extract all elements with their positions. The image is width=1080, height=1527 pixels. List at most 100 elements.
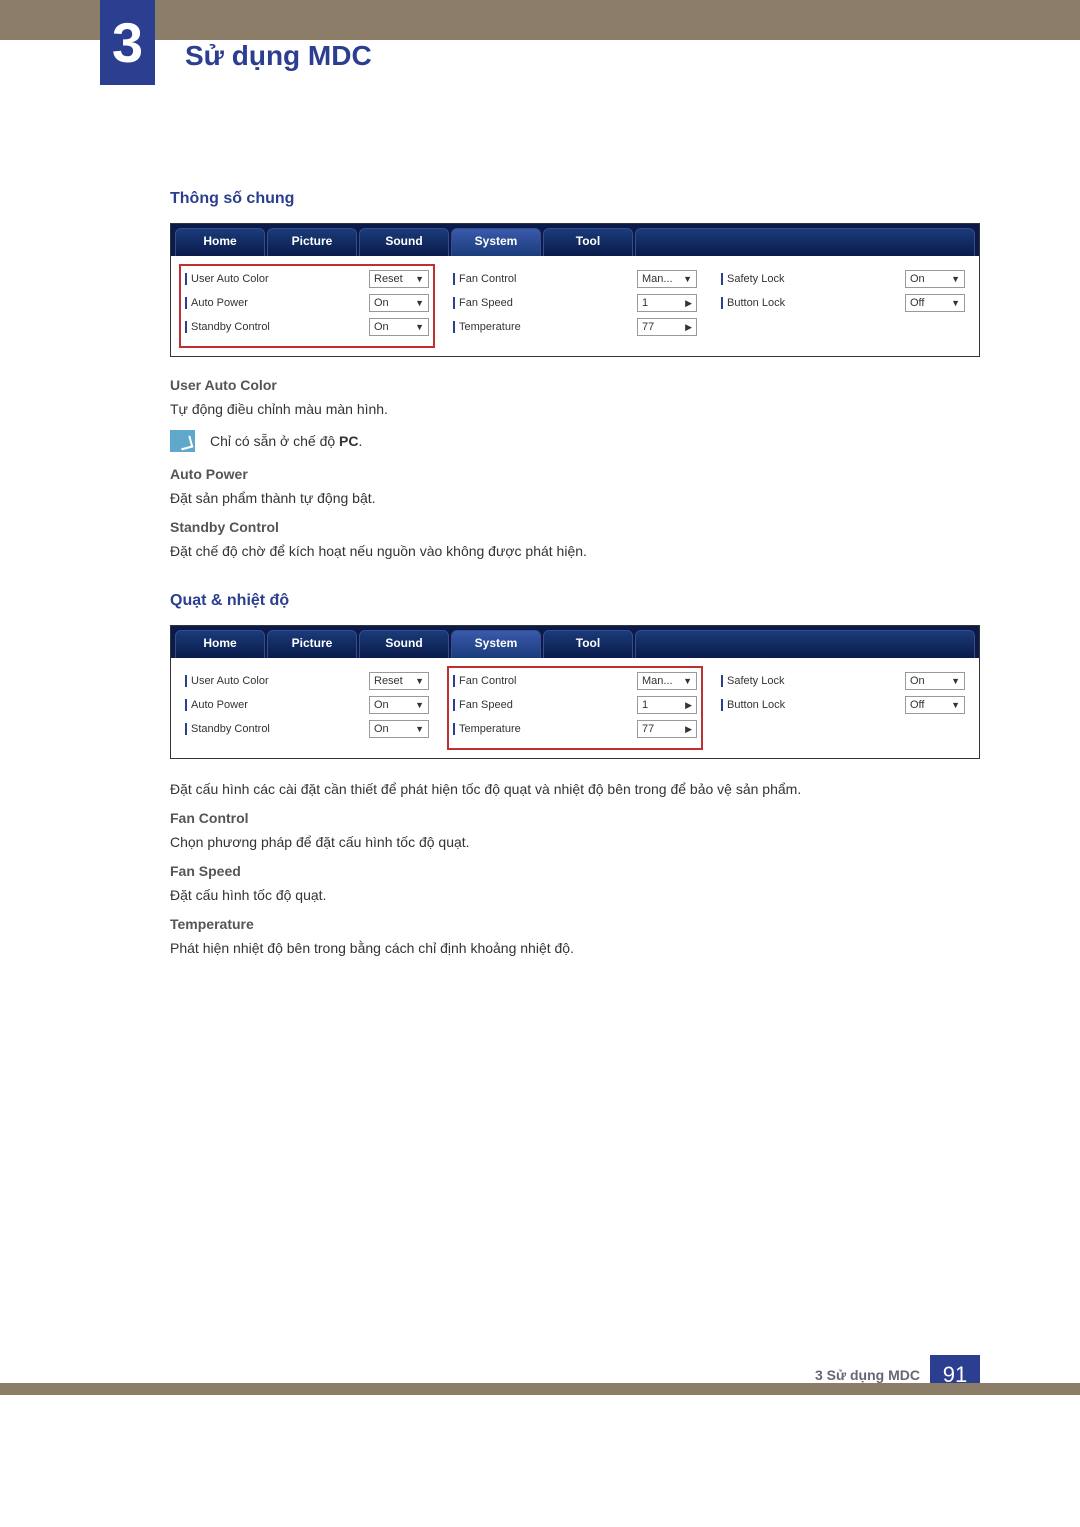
caret-down-icon: ▼: [951, 676, 960, 686]
caret-down-icon: ▼: [415, 274, 424, 284]
row-auto-power: Auto Power On▼: [185, 294, 429, 312]
column-lock: Safety Lock On▼ Button Lock Off▼: [715, 264, 971, 348]
tab-spacer: [635, 228, 975, 256]
dropdown-auto-power[interactable]: On▼: [369, 696, 429, 714]
dropdown-safety-lock[interactable]: On▼: [905, 672, 965, 690]
caret-down-icon: ▼: [951, 298, 960, 308]
caret-down-icon: ▼: [415, 676, 424, 686]
heading-auto-power: Auto Power: [170, 466, 980, 482]
row-standby-control: Standby Control On▼: [185, 318, 429, 336]
text-user-auto-color: Tự động điều chỉnh màu màn hình.: [170, 399, 980, 420]
heading-fan-speed: Fan Speed: [170, 863, 980, 879]
header-stripe: [0, 0, 1080, 40]
dropdown-fan-control[interactable]: Man...▼: [637, 672, 697, 690]
label-temperature: Temperature: [453, 321, 637, 333]
dropdown-user-auto-color[interactable]: Reset▼: [369, 672, 429, 690]
row-temperature: Temperature 77▶: [453, 720, 697, 738]
heading-temperature: Temperature: [170, 916, 980, 932]
caret-down-icon: ▼: [951, 274, 960, 284]
settings-panel-fan: Home Picture Sound System Tool User Auto…: [170, 625, 980, 759]
column-general: User Auto Color Reset▼ Auto Power On▼ St…: [179, 264, 435, 348]
tab-home[interactable]: Home: [175, 630, 265, 658]
dropdown-auto-power[interactable]: On▼: [369, 294, 429, 312]
tab-row: Home Picture Sound System Tool: [171, 626, 979, 658]
section-title-general: Thông số chung: [170, 190, 980, 208]
row-safety-lock: Safety Lock On▼: [721, 270, 965, 288]
row-temperature: Temperature 77▶: [453, 318, 697, 336]
dropdown-button-lock[interactable]: Off▼: [905, 294, 965, 312]
row-fan-speed: Fan Speed 1▶: [453, 294, 697, 312]
label-safety-lock: Safety Lock: [721, 273, 905, 285]
settings-panel-general: Home Picture Sound System Tool User Auto…: [170, 223, 980, 357]
arrow-right-icon: ▶: [685, 700, 692, 711]
tab-sound[interactable]: Sound: [359, 630, 449, 658]
dropdown-standby-control[interactable]: On▼: [369, 318, 429, 336]
tab-picture[interactable]: Picture: [267, 228, 357, 256]
tab-picture[interactable]: Picture: [267, 630, 357, 658]
page-header: 3 Sử dụng MDC: [0, 0, 1080, 100]
label-fan-speed: Fan Speed: [453, 699, 637, 711]
label-fan-control: Fan Control: [453, 273, 637, 285]
footer-text: 3 Sử dụng MDC: [815, 1367, 920, 1383]
label-safety-lock: Safety Lock: [721, 675, 905, 687]
label-button-lock: Button Lock: [721, 297, 905, 309]
column-lock: Safety Lock On▼ Button Lock Off▼: [715, 666, 971, 750]
dropdown-button-lock[interactable]: Off▼: [905, 696, 965, 714]
column-fan: Fan Control Man...▼ Fan Speed 1▶ Tempera…: [447, 264, 703, 348]
chapter-title: Sử dụng MDC: [185, 40, 372, 72]
row-fan-control: Fan Control Man...▼: [453, 672, 697, 690]
dropdown-user-auto-color[interactable]: Reset▼: [369, 270, 429, 288]
caret-down-icon: ▼: [415, 298, 424, 308]
arrow-right-icon: ▶: [685, 322, 692, 333]
label-user-auto-color: User Auto Color: [185, 273, 369, 285]
dropdown-standby-control[interactable]: On▼: [369, 720, 429, 738]
panel-body: User Auto Color Reset▼ Auto Power On▼ St…: [171, 256, 979, 356]
text-auto-power: Đặt sản phẩm thành tự động bật.: [170, 488, 980, 509]
label-standby-control: Standby Control: [185, 723, 369, 735]
heading-user-auto-color: User Auto Color: [170, 377, 980, 393]
caret-down-icon: ▼: [415, 724, 424, 734]
panel-body: User Auto Color Reset▼ Auto Power On▼ St…: [171, 658, 979, 758]
label-user-auto-color: User Auto Color: [185, 675, 369, 687]
tab-tool[interactable]: Tool: [543, 228, 633, 256]
row-auto-power: Auto Power On▼: [185, 696, 429, 714]
tab-sound[interactable]: Sound: [359, 228, 449, 256]
tab-tool[interactable]: Tool: [543, 630, 633, 658]
label-auto-power: Auto Power: [185, 699, 369, 711]
tab-system[interactable]: System: [451, 228, 541, 256]
heading-standby-control: Standby Control: [170, 519, 980, 535]
row-fan-speed: Fan Speed 1▶: [453, 696, 697, 714]
text-fan-speed: Đặt cấu hình tốc độ quạt.: [170, 885, 980, 906]
caret-down-icon: ▼: [415, 322, 424, 332]
caret-down-icon: ▼: [683, 676, 692, 686]
spinner-temperature[interactable]: 77▶: [637, 318, 697, 336]
row-fan-control: Fan Control Man...▼: [453, 270, 697, 288]
dropdown-safety-lock[interactable]: On▼: [905, 270, 965, 288]
spinner-fan-speed[interactable]: 1▶: [637, 294, 697, 312]
text-fan-intro: Đặt cấu hình các cài đặt cần thiết để ph…: [170, 779, 980, 800]
tab-spacer: [635, 630, 975, 658]
footer-stripe: [0, 1383, 1080, 1395]
label-standby-control: Standby Control: [185, 321, 369, 333]
note-row: Chỉ có sẵn ở chế độ PC.: [170, 430, 980, 452]
dropdown-fan-control[interactable]: Man...▼: [637, 270, 697, 288]
tab-row: Home Picture Sound System Tool: [171, 224, 979, 256]
row-standby-control: Standby Control On▼: [185, 720, 429, 738]
tab-system[interactable]: System: [451, 630, 541, 658]
spinner-temperature[interactable]: 77▶: [637, 720, 697, 738]
heading-fan-control: Fan Control: [170, 810, 980, 826]
caret-down-icon: ▼: [951, 700, 960, 710]
tab-home[interactable]: Home: [175, 228, 265, 256]
note-text: Chỉ có sẵn ở chế độ PC.: [210, 431, 362, 452]
row-button-lock: Button Lock Off▼: [721, 294, 965, 312]
label-fan-control: Fan Control: [453, 675, 637, 687]
row-button-lock: Button Lock Off▼: [721, 696, 965, 714]
column-general: User Auto Color Reset▼ Auto Power On▼ St…: [179, 666, 435, 750]
row-user-auto-color: User Auto Color Reset▼: [185, 270, 429, 288]
page-content: Thông số chung Home Picture Sound System…: [0, 100, 1080, 995]
note-icon: [170, 430, 195, 452]
text-temperature: Phát hiện nhiệt độ bên trong bằng cách c…: [170, 938, 980, 959]
spinner-fan-speed[interactable]: 1▶: [637, 696, 697, 714]
text-standby-control: Đặt chế độ chờ để kích hoạt nếu nguồn và…: [170, 541, 980, 562]
label-button-lock: Button Lock: [721, 699, 905, 711]
